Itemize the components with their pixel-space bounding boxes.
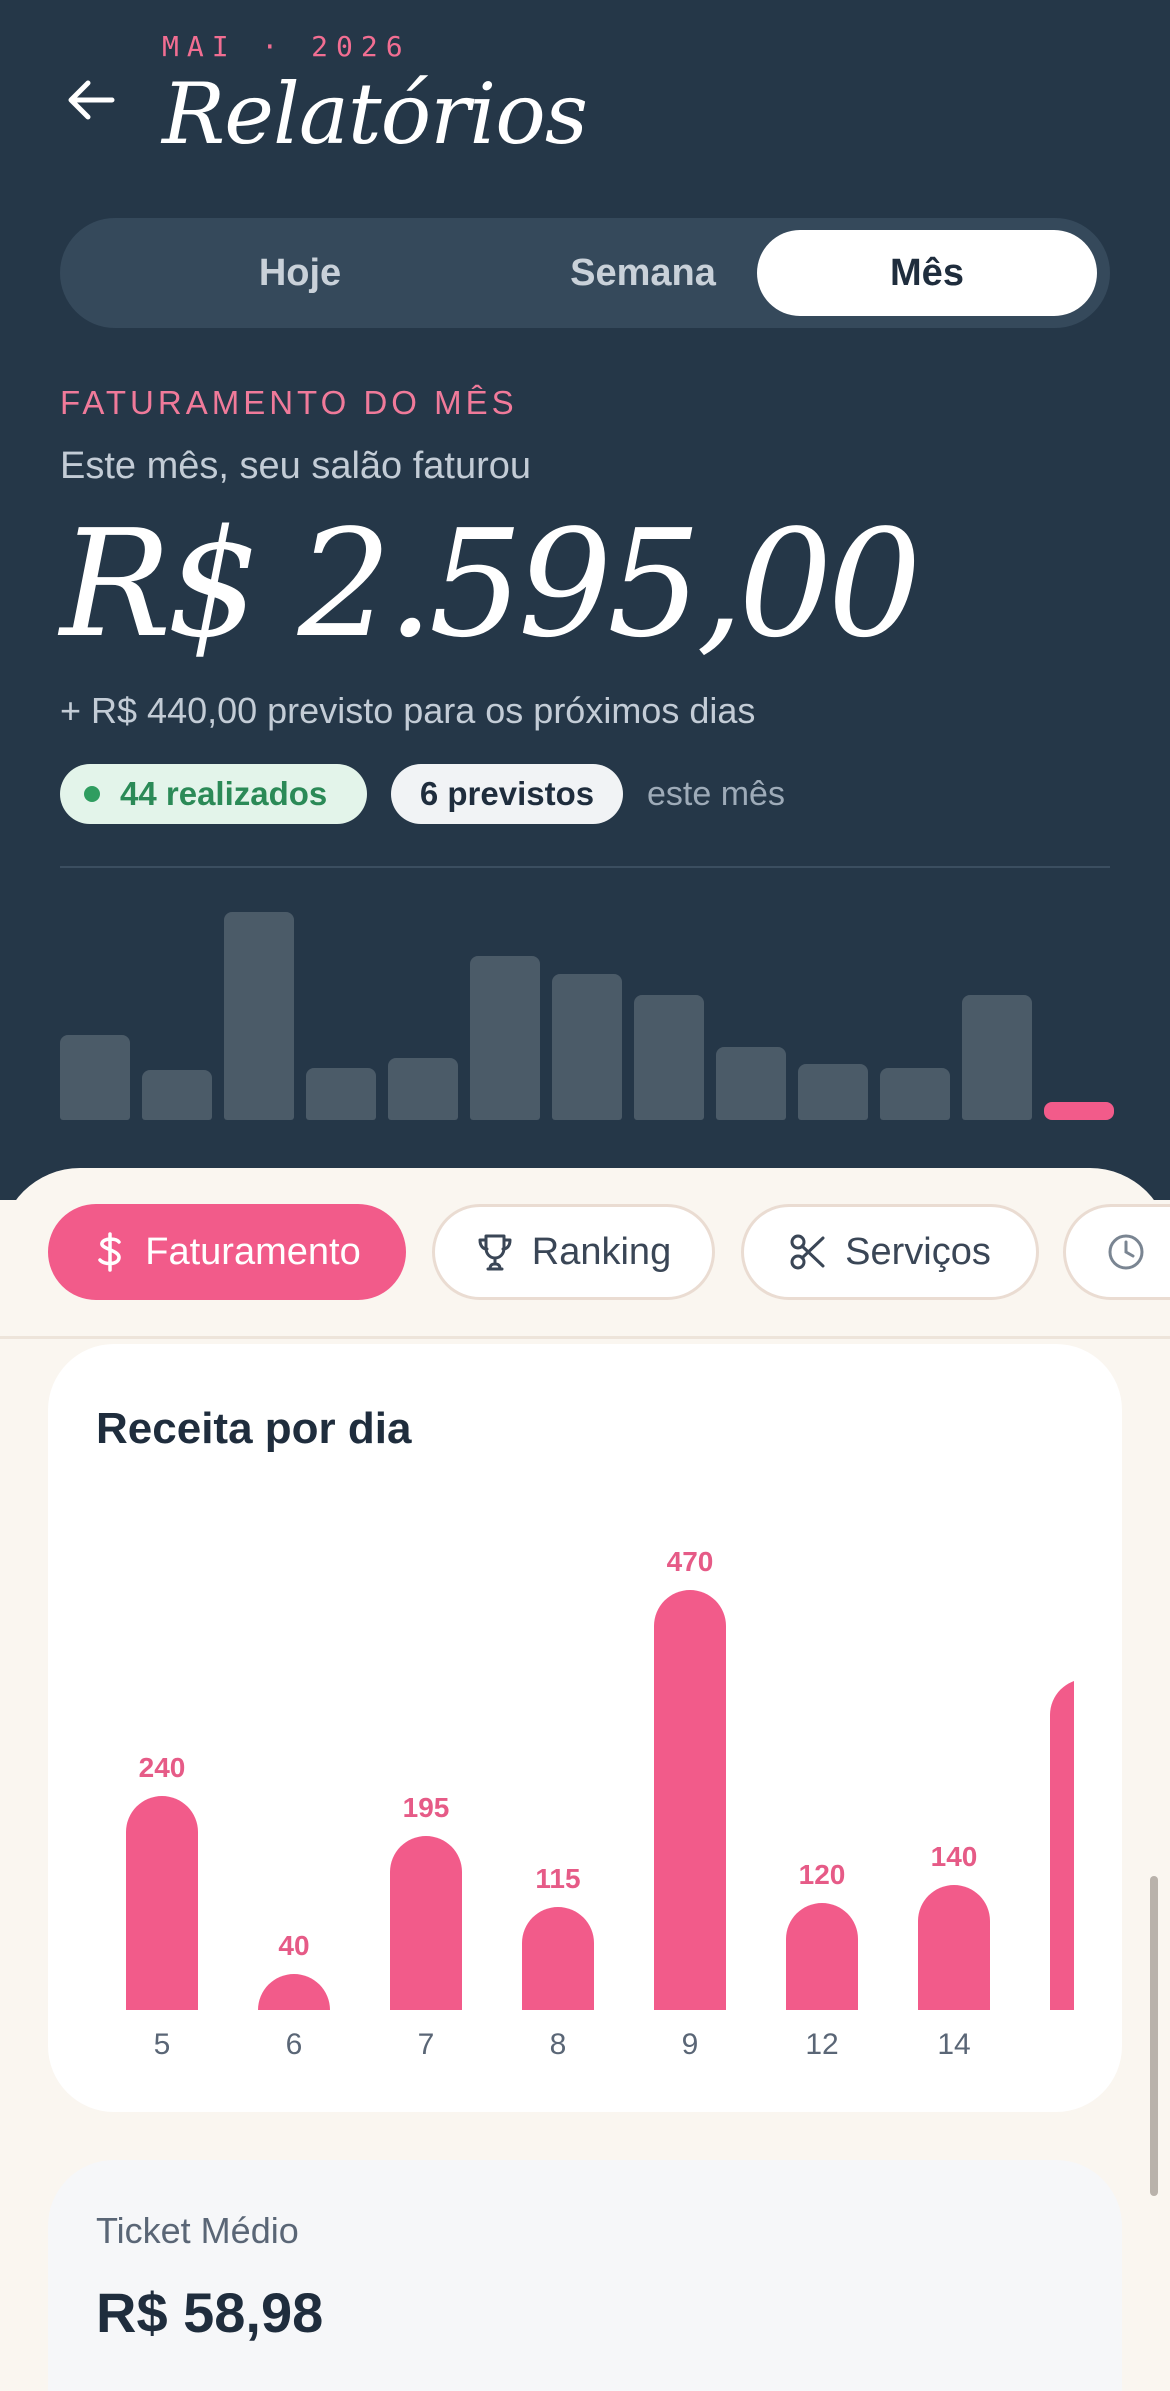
- sparkline-bar: [880, 1068, 950, 1120]
- realized-badge-label: 44 realizados: [120, 775, 328, 812]
- sparkline-bar: [962, 995, 1032, 1120]
- realized-badge: 44 realizados: [60, 764, 367, 824]
- divider: [60, 866, 1110, 868]
- sparkline-bar: [224, 912, 294, 1120]
- chart-bar: [522, 1907, 594, 2010]
- tab-faturamento-label: Faturamento: [145, 1230, 361, 1273]
- ticket-medio-card: Ticket Médio R$ 58,98: [48, 2160, 1122, 2391]
- chart-data-label: 140: [930, 1841, 978, 1872]
- revenue-bar-chart: 240 5 40 6 195 7 115 8 470 9 120 12 140 14 3 1: [48, 1344, 1074, 2112]
- sparkline-bar: [388, 1058, 458, 1120]
- arrow-left-icon: [68, 80, 115, 120]
- card-title: Receita por dia: [96, 1404, 412, 1453]
- clock-icon: [1106, 1232, 1146, 1272]
- chart-data-label: 195: [402, 1792, 450, 1823]
- page-title: Relatórios: [162, 65, 588, 163]
- chart-data-label: 115: [535, 1863, 581, 1894]
- chart-x-tick-label: 8: [549, 2028, 567, 2061]
- tab-horarios[interactable]: [1063, 1204, 1170, 1300]
- ticket-medio-label: Ticket Médio: [96, 2210, 299, 2251]
- chart-x-tick-label: 1: [1026, 2028, 1074, 2062]
- chart-data-label: 120: [798, 1859, 846, 1890]
- period-segmented-control: Hoje Semana Mês: [60, 218, 1110, 328]
- sparkline-bar: [716, 1047, 786, 1120]
- daily-sparkline: [60, 900, 1114, 1120]
- trophy-icon: [476, 1232, 514, 1272]
- forecast-badge: 6 previstos: [391, 764, 623, 824]
- summary-lead: Este mês, seu salão faturou: [60, 445, 532, 487]
- section-tabs: Faturamento Ranking Serviços: [0, 1204, 1170, 1300]
- tab-faturamento[interactable]: Faturamento: [48, 1204, 406, 1300]
- chart-x-tick-label: 14: [937, 2028, 971, 2061]
- dollar-icon: [93, 1232, 127, 1272]
- back-button[interactable]: [62, 70, 122, 130]
- chart-bar: [654, 1590, 726, 2010]
- tab-hoje[interactable]: Hoje: [130, 230, 470, 316]
- sparkline-bar: [470, 956, 540, 1120]
- sparkline-bar: [798, 1064, 868, 1120]
- chart-bar: [126, 1796, 198, 2010]
- forecast-text: + R$ 440,00 previsto para os próximos di…: [60, 690, 756, 731]
- monthly-revenue-amount: R$ 2.595,00: [60, 498, 922, 670]
- badges-suffix: este mês: [647, 775, 785, 813]
- chart-bar: [390, 1836, 462, 2010]
- chart-bar: [918, 1885, 990, 2010]
- chart-bar: [1050, 1679, 1074, 2010]
- ticket-medio-value: R$ 58,98: [96, 2281, 324, 2344]
- sparkline-bar: [552, 974, 622, 1120]
- tab-mes[interactable]: Mês: [757, 230, 1097, 316]
- chart-data-label: 470: [666, 1546, 714, 1577]
- tabs-divider: [0, 1336, 1170, 1339]
- chart-data-label: 3: [1026, 1635, 1074, 1667]
- sparkline-bar: [142, 1070, 212, 1120]
- chart-x-tick-label: 6: [285, 2028, 303, 2061]
- sparkline-bar: [306, 1068, 376, 1120]
- sparkline-today-marker: [1044, 1102, 1114, 1120]
- section-label: FATURAMENTO DO MÊS: [60, 384, 518, 421]
- tab-ranking-label: Ranking: [531, 1230, 672, 1273]
- scissors-icon: [789, 1233, 827, 1271]
- status-dot-icon: [84, 786, 100, 802]
- tab-ranking[interactable]: Ranking: [432, 1204, 715, 1300]
- chart-bar: [258, 1974, 330, 2010]
- tab-servicos[interactable]: Serviços: [741, 1204, 1039, 1300]
- forecast-badge-label: 6 previstos: [419, 775, 595, 812]
- chart-data-label: 240: [138, 1752, 186, 1783]
- revenue-per-day-card: 240 5 40 6 195 7 115 8 470 9 120 12 140 14 3 1 Receita …: [48, 1344, 1122, 2112]
- sparkline-bar: [60, 1035, 130, 1120]
- chart-x-tick-label: 5: [153, 2028, 171, 2061]
- chart-x-tick-label: 9: [681, 2028, 699, 2061]
- chart-x-tick-label: 7: [417, 2028, 435, 2061]
- chart-x-tick-label: 12: [805, 2028, 839, 2061]
- chart-bar: [786, 1903, 858, 2010]
- chart-data-label: 40: [278, 1930, 310, 1961]
- scrollbar[interactable]: [1150, 1876, 1158, 2196]
- period-eyebrow: MAI · 2026: [162, 30, 411, 63]
- sparkline-bar: [634, 995, 704, 1120]
- tab-servicos-label: Serviços: [845, 1230, 991, 1273]
